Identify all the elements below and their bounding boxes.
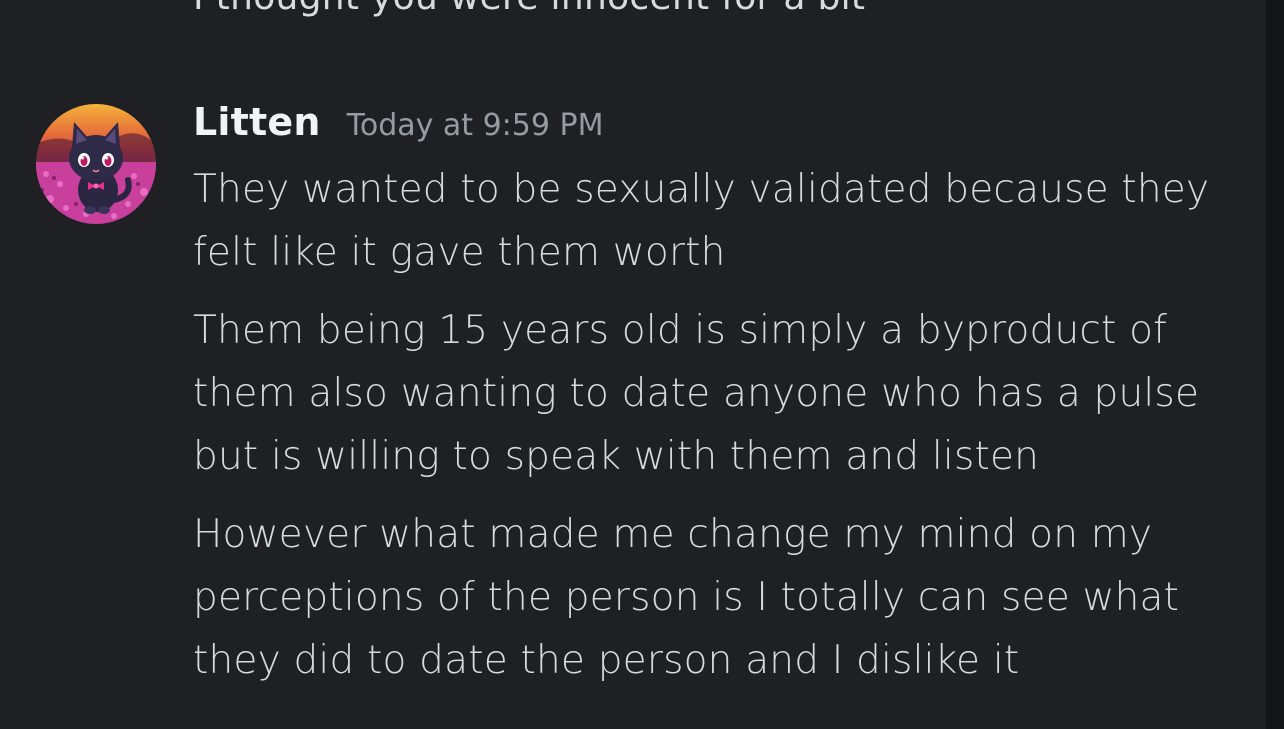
username[interactable]: Litten bbox=[193, 100, 321, 144]
previous-message-text: I thought you were innocent for a bit bbox=[193, 0, 865, 18]
chat-view: I thought you were innocent for a bit bbox=[0, 0, 1284, 729]
message-group: They wanted to be sexually validated bec… bbox=[193, 158, 1253, 707]
message-timestamp: Today at 9:59 PM bbox=[346, 108, 604, 143]
message-header: Litten Today at 9:59 PM bbox=[193, 100, 603, 152]
scrollbar-track[interactable] bbox=[1266, 0, 1284, 729]
black-cat-avatar-icon bbox=[36, 104, 156, 224]
message-text[interactable]: However what made me change my mind on m… bbox=[193, 503, 1253, 692]
avatar[interactable] bbox=[36, 104, 156, 224]
message-text[interactable]: Them being 15 years old is simply a bypr… bbox=[193, 299, 1253, 488]
message-text[interactable]: They wanted to be sexually validated bec… bbox=[193, 158, 1253, 284]
